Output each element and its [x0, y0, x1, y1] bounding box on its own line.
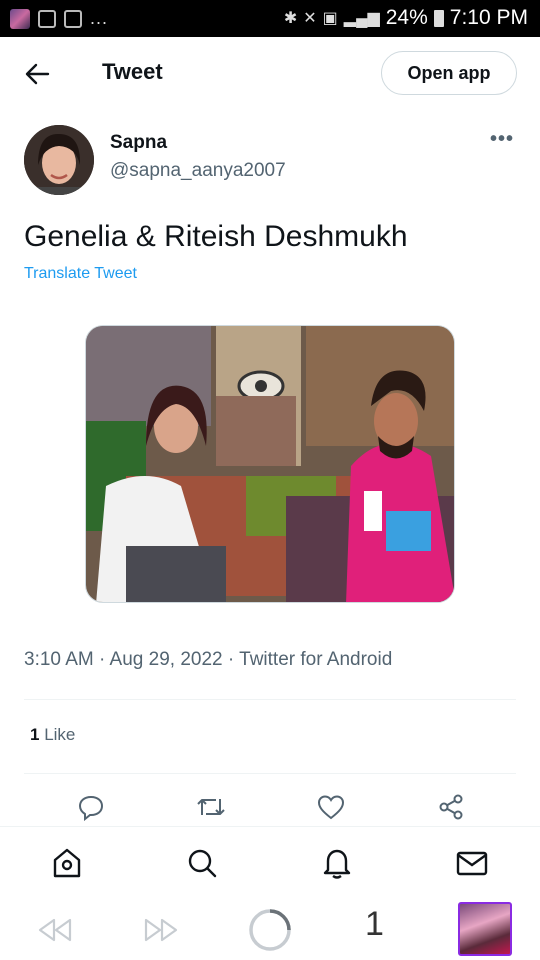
divider: [24, 699, 516, 700]
tweet-text: Genelia & Riteish Deshmukh: [24, 220, 408, 253]
rewind-icon: [38, 918, 72, 942]
divider: [24, 773, 516, 774]
bluetooth-icon: ✱: [283, 10, 298, 27]
share-button[interactable]: [434, 790, 468, 824]
reload-button[interactable]: [246, 909, 294, 951]
arrow-left-icon: [25, 63, 50, 85]
check-icon: [64, 9, 82, 28]
fast-forward-icon: [144, 918, 178, 942]
like-count: 1: [30, 725, 40, 744]
loading-spinner-icon: [249, 909, 291, 951]
more-options-icon[interactable]: •••: [490, 128, 514, 151]
status-notifications: ...: [10, 8, 108, 29]
open-app-button[interactable]: Open app: [381, 51, 517, 95]
status-bar: ... ✱ ✕ ▣ ▂▄▆ 24% 7:10 PM: [0, 0, 540, 37]
browser-profile-thumbnail[interactable]: [458, 902, 512, 956]
tab-count[interactable]: 1: [365, 905, 384, 944]
mail-icon: [456, 851, 488, 876]
author-name[interactable]: Sapna: [110, 132, 167, 154]
tab-notifications[interactable]: [317, 843, 357, 883]
tab-search[interactable]: [182, 843, 222, 883]
signal-icon: ▂▄▆: [343, 10, 380, 27]
reply-button[interactable]: [74, 790, 108, 824]
data-icon: ▣: [322, 10, 338, 27]
status-indicators: ✱ ✕ ▣ ▂▄▆ 24% 7:10 PM: [284, 6, 528, 30]
like-label: Like: [44, 725, 76, 744]
browser-forward-button[interactable]: [140, 910, 184, 950]
translate-tweet-link[interactable]: Translate Tweet: [24, 265, 137, 283]
page-title: Tweet: [102, 59, 163, 84]
app-thumbnail-icon: [10, 8, 30, 29]
retweet-icon: [197, 799, 225, 815]
heart-icon: [317, 795, 345, 820]
gallery-icon: [38, 9, 56, 28]
author-handle[interactable]: @sapna_aanya2007: [110, 160, 286, 182]
reply-icon: [78, 795, 104, 821]
tweet-timestamp: 3:10 AM · Aug 29, 2022 · Twitter for And…: [24, 649, 393, 670]
tab-home[interactable]: [47, 843, 87, 883]
author-avatar[interactable]: [24, 125, 94, 195]
share-icon: [439, 794, 463, 820]
tweet-media-image[interactable]: [85, 325, 455, 603]
bell-icon: [323, 849, 351, 879]
back-button[interactable]: [22, 58, 54, 90]
likes-count-link[interactable]: 1 Like: [30, 725, 75, 745]
tab-messages[interactable]: [452, 843, 492, 883]
home-icon: [53, 848, 81, 878]
battery-percent: 24%: [385, 6, 428, 29]
battery-icon: [433, 9, 444, 27]
search-icon: [188, 849, 217, 878]
retweet-button[interactable]: [194, 790, 228, 824]
more-notifications: ...: [90, 8, 109, 28]
like-button[interactable]: [314, 790, 348, 824]
browser-back-button[interactable]: [32, 910, 76, 950]
clock: 7:10 PM: [449, 6, 528, 29]
mute-icon: ✕: [303, 10, 317, 27]
